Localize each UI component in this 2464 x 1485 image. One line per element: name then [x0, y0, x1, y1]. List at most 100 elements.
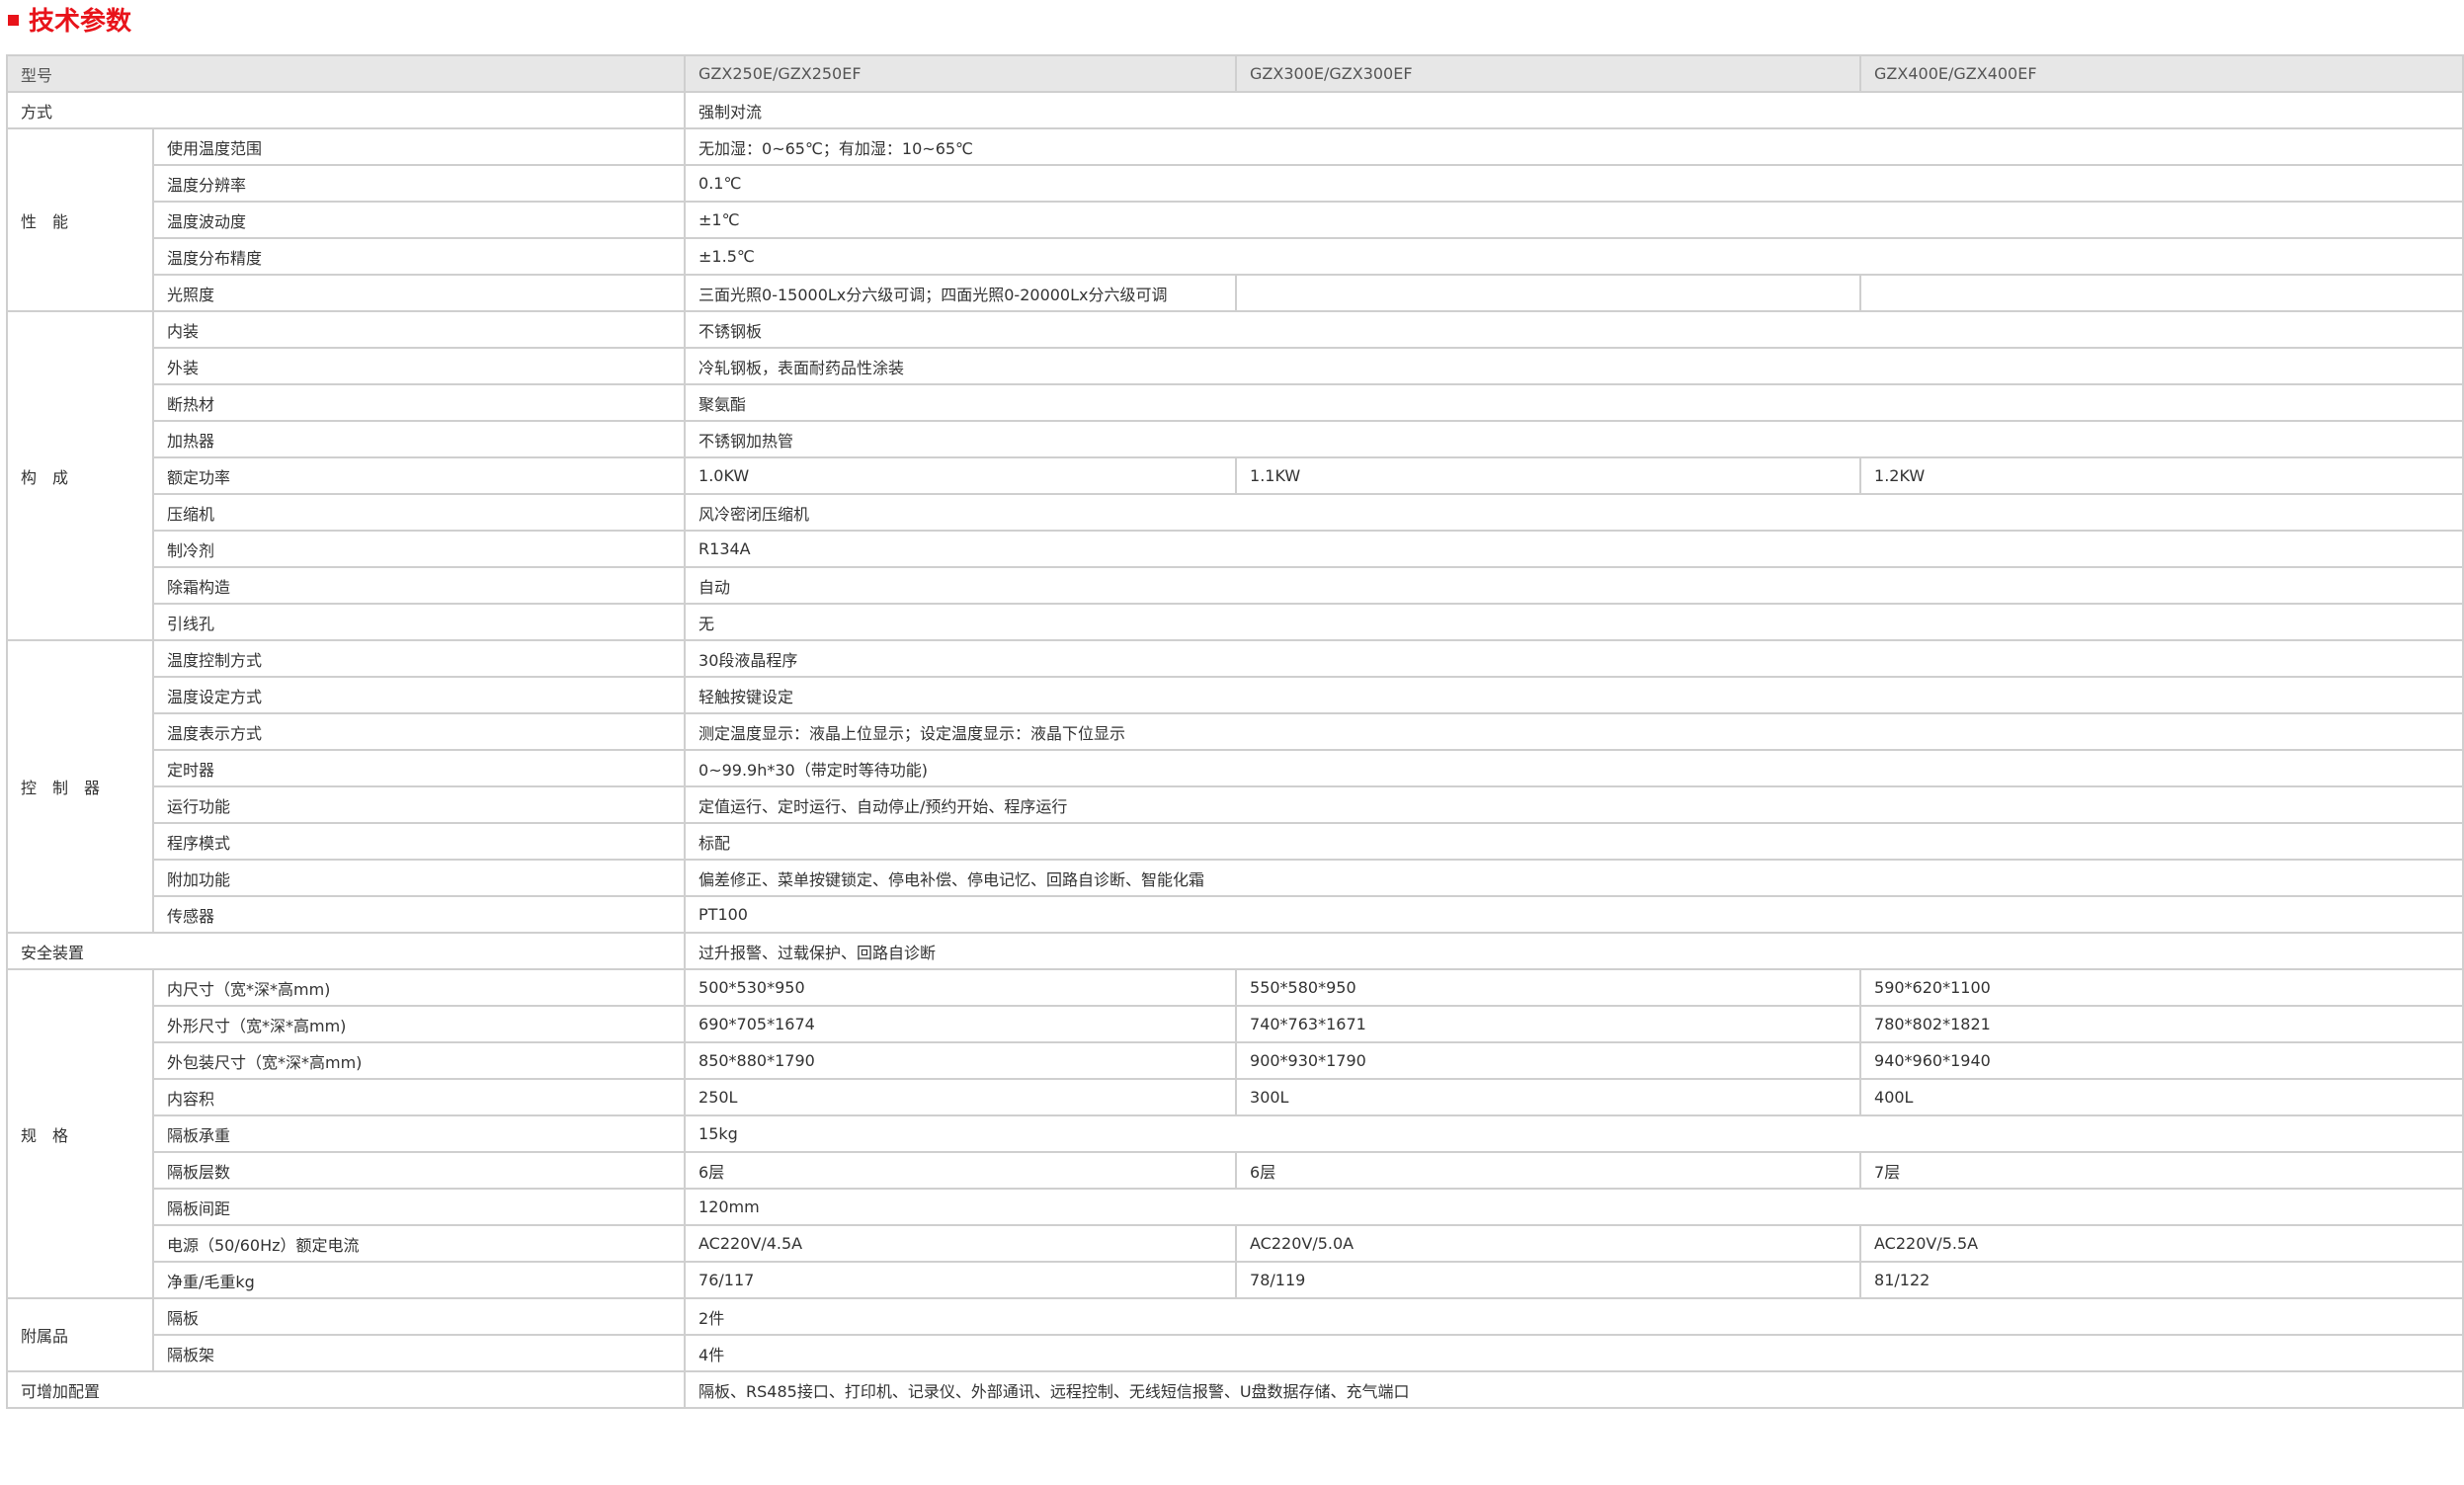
row-value: 冷轧钢板，表面耐药品性涂装 — [684, 347, 2464, 385]
row-value: AC220V/4.5A — [684, 1224, 1238, 1263]
row-value: 7层 — [1859, 1151, 2464, 1190]
row-value: ±1.5℃ — [684, 237, 2464, 276]
row-label: 断热材 — [151, 383, 687, 422]
row-label: 温度控制方式 — [151, 639, 687, 678]
row-value: 自动 — [684, 566, 2464, 605]
row-label: 附加功能 — [151, 859, 687, 897]
row-value: 标配 — [684, 822, 2464, 861]
row-label: 运行功能 — [151, 785, 687, 824]
table-row: 隔板间距 120mm — [7, 1188, 2464, 1226]
table-row: 温度设定方式 轻触按键设定 — [7, 676, 2464, 714]
table-row: 加热器 不锈钢加热管 — [7, 420, 2464, 458]
empty-cell — [1235, 274, 1862, 312]
table-row: 额定功率 1.0KW 1.1KW 1.2KW — [7, 456, 2464, 495]
row-label: 程序模式 — [151, 822, 687, 861]
group-label-construction: 构 成 — [6, 310, 154, 641]
row-label: 方式 — [5, 91, 687, 129]
row-label: 内容积 — [151, 1078, 687, 1116]
row-label: 安全装置 — [5, 932, 687, 970]
group-label-performance: 性 能 — [6, 127, 154, 312]
row-label: 定时器 — [151, 749, 687, 787]
row-value: R134A — [684, 530, 2464, 568]
table-row: 温度分布精度 ±1.5℃ — [7, 237, 2464, 276]
row-label: 隔板间距 — [151, 1188, 687, 1226]
row-value: 轻触按键设定 — [684, 676, 2464, 714]
row-label: 可增加配置 — [5, 1370, 687, 1409]
table-row: 外装 冷轧钢板，表面耐药品性涂装 — [7, 347, 2464, 385]
row-label: 隔板层数 — [151, 1151, 687, 1190]
row-value: 400L — [1859, 1078, 2464, 1116]
row-value: 81/122 — [1859, 1261, 2464, 1299]
row-label: 净重/毛重kg — [151, 1261, 687, 1299]
section-title: 技术参数 — [8, 2, 132, 37]
table-row: 附属品 隔板 2件 — [6, 1297, 2464, 1372]
row-value: 120mm — [684, 1188, 2464, 1226]
row-value: 30段液晶程序 — [684, 639, 2464, 678]
row-value: 850*880*1790 — [684, 1041, 1238, 1080]
table-row: 除霜构造 自动 — [7, 566, 2464, 605]
table-row: 内容积 250L 300L 400L — [7, 1078, 2464, 1116]
row-value: 偏差修正、菜单按键锁定、停电补偿、停电记忆、回路自诊断、智能化霜 — [684, 859, 2464, 897]
table-row: 外形尺寸（宽*深*高mm) 690*705*1674 740*763*1671 … — [7, 1005, 2464, 1043]
table-row: 程序模式 标配 — [7, 822, 2464, 861]
row-value: 740*763*1671 — [1235, 1005, 1862, 1043]
table-row: 电源（50/60Hz）额定电流 AC220V/4.5A AC220V/5.0A … — [7, 1224, 2464, 1263]
row-label: 温度波动度 — [151, 201, 687, 239]
row-label: 温度表示方式 — [151, 712, 687, 751]
row-value: 500*530*950 — [684, 968, 1238, 1007]
row-label: 外形尺寸（宽*深*高mm) — [151, 1005, 687, 1043]
row-label: 隔板架 — [151, 1334, 687, 1372]
row-value: 900*930*1790 — [1235, 1041, 1862, 1080]
group-label-controller: 控 制 器 — [6, 639, 154, 934]
row-value: 78/119 — [1235, 1261, 1862, 1299]
row-label: 温度分辨率 — [151, 164, 687, 203]
table-row: 温度表示方式 测定温度显示：液晶上位显示；设定温度显示：液晶下位显示 — [7, 712, 2464, 751]
row-label: 使用温度范围 — [151, 127, 687, 166]
row-label: 制冷剂 — [151, 530, 687, 568]
row-value: 过升报警、过载保护、回路自诊断 — [684, 932, 2464, 970]
table-row: 性 能 使用温度范围 无加湿：0~65℃；有加湿：10~65℃ — [6, 127, 2464, 312]
row-value: 940*960*1940 — [1859, 1041, 2464, 1080]
table-row: 规 格 内尺寸（宽*深*高mm) 500*530*950 550*580*950… — [6, 968, 2464, 1299]
row-value: 1.0KW — [684, 456, 1238, 495]
row-value: 无 — [684, 603, 2464, 641]
row-value: 6层 — [684, 1151, 1238, 1190]
row-value: 强制对流 — [684, 91, 2464, 129]
row-value: 4件 — [684, 1334, 2464, 1372]
table-row: 压缩机 风冷密闭压缩机 — [7, 493, 2464, 532]
row-value: 1.1KW — [1235, 456, 1862, 495]
model-label: 型号 — [5, 54, 687, 93]
group-label-accessories: 附属品 — [6, 1297, 154, 1372]
row-label: 外装 — [151, 347, 687, 385]
empty-cell — [1859, 274, 2464, 312]
row-value: 300L — [1235, 1078, 1862, 1116]
table-row: 断热材 聚氨酯 — [7, 383, 2464, 422]
row-value: 无加湿：0~65℃；有加湿：10~65℃ — [684, 127, 2464, 166]
row-value: 6层 — [1235, 1151, 1862, 1190]
row-label: 电源（50/60Hz）额定电流 — [151, 1224, 687, 1263]
row-label: 引线孔 — [151, 603, 687, 641]
table-row: 温度分辨率 0.1℃ — [7, 164, 2464, 203]
row-value: 15kg — [684, 1114, 2464, 1153]
section-title-text: 技术参数 — [29, 6, 132, 37]
row-label: 温度分布精度 — [151, 237, 687, 276]
table-row: 引线孔 无 — [7, 603, 2464, 641]
row-label: 除霜构造 — [151, 566, 687, 605]
table-header-row: 型号 GZX250E/GZX250EF GZX300E/GZX300EF GZX… — [5, 54, 2464, 93]
table-row: 隔板层数 6层 6层 7层 — [7, 1151, 2464, 1190]
row-value: 测定温度显示：液晶上位显示；设定温度显示：液晶下位显示 — [684, 712, 2464, 751]
row-value: PT100 — [684, 895, 2464, 934]
row-label: 额定功率 — [151, 456, 687, 495]
table-row: 制冷剂 R134A — [7, 530, 2464, 568]
row-value: 1.2KW — [1859, 456, 2464, 495]
table-row: 温度波动度 ±1℃ — [7, 201, 2464, 239]
row-value: AC220V/5.5A — [1859, 1224, 2464, 1263]
table-row: 定时器 0~99.9h*30（带定时等待功能) — [7, 749, 2464, 787]
row-value: 隔板、RS485接口、打印机、记录仪、外部通讯、远程控制、无线短信报警、U盘数据… — [684, 1370, 2464, 1409]
row-label: 内尺寸（宽*深*高mm) — [151, 968, 687, 1007]
table-row: 净重/毛重kg 76/117 78/119 81/122 — [7, 1261, 2464, 1299]
row-value: 聚氨酯 — [684, 383, 2464, 422]
table-row: 方式 强制对流 — [5, 91, 2464, 129]
table-row: 隔板承重 15kg — [7, 1114, 2464, 1153]
row-label: 隔板承重 — [151, 1114, 687, 1153]
